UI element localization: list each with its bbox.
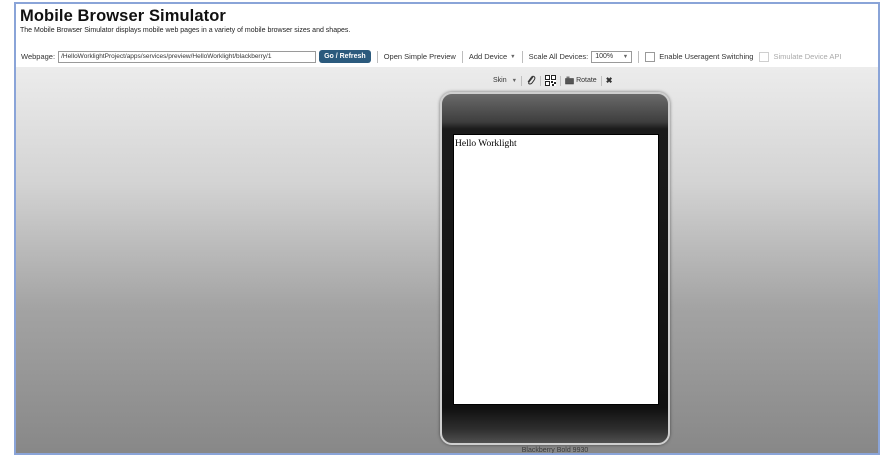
qr-code-icon[interactable] <box>545 75 557 86</box>
add-device-dropdown[interactable]: Add Device ▼ <box>469 52 516 61</box>
scale-value: 100% <box>595 53 614 60</box>
main-toolbar: Webpage: Go / Refresh Open Simple Previe… <box>16 47 878 66</box>
go-refresh-button[interactable]: Go / Refresh <box>319 50 371 63</box>
device-toolbar: Skin ▼ Rotate ✖ <box>493 74 612 87</box>
page-description: The Mobile Browser Simulator displays mo… <box>20 27 351 34</box>
page-header: Mobile Browser Simulator The Mobile Brow… <box>20 7 878 37</box>
device-name-label: Blackberry Bold 9930 <box>521 447 589 454</box>
useragent-switching-label: Enable Useragent Switching <box>659 52 754 61</box>
toolbar-divider <box>461 50 463 63</box>
toolbar-divider <box>521 50 523 63</box>
toolbar-divider <box>521 75 523 86</box>
simulate-device-api-checkbox[interactable] <box>759 51 770 62</box>
simulator-stage: Skin ▼ Rotate ✖ Hello Worklight Blackber… <box>16 67 878 454</box>
scale-select[interactable]: 100% ▼ <box>591 50 633 63</box>
webpage-url-input[interactable] <box>58 50 317 63</box>
scale-all-devices-label: Scale All Devices: <box>528 52 589 61</box>
toolbar-divider <box>600 75 602 86</box>
device-frame: Hello Worklight <box>440 92 670 445</box>
add-device-label: Add Device <box>468 52 508 61</box>
paperclip-icon[interactable] <box>526 75 536 86</box>
rotate-button[interactable]: Rotate <box>565 76 597 85</box>
simulator-frame: Mobile Browser Simulator The Mobile Brow… <box>14 2 880 455</box>
skin-dropdown[interactable]: Skin ▼ <box>493 77 517 84</box>
toolbar-divider <box>540 75 542 86</box>
toolbar-divider <box>560 75 562 86</box>
close-icon[interactable]: ✖ <box>606 76 613 85</box>
chevron-down-icon: ▼ <box>510 53 516 60</box>
page-title: Mobile Browser Simulator <box>20 7 226 25</box>
device-screen[interactable]: Hello Worklight <box>453 134 659 405</box>
webpage-label: Webpage: <box>21 52 56 61</box>
rotate-label: Rotate <box>576 77 597 84</box>
chevron-down-icon: ▼ <box>511 77 518 84</box>
simulate-device-api-label: Simulate Device API <box>773 52 842 61</box>
rotate-icon <box>565 76 574 85</box>
open-simple-preview-button[interactable]: Open Simple Preview <box>384 52 456 61</box>
screen-content-text: Hello Worklight <box>455 139 517 149</box>
chevron-down-icon: ▼ <box>622 53 629 60</box>
toolbar-divider <box>376 50 378 63</box>
toolbar-divider <box>638 50 640 63</box>
skin-label: Skin <box>493 77 507 84</box>
useragent-switching-checkbox[interactable] <box>645 51 656 62</box>
